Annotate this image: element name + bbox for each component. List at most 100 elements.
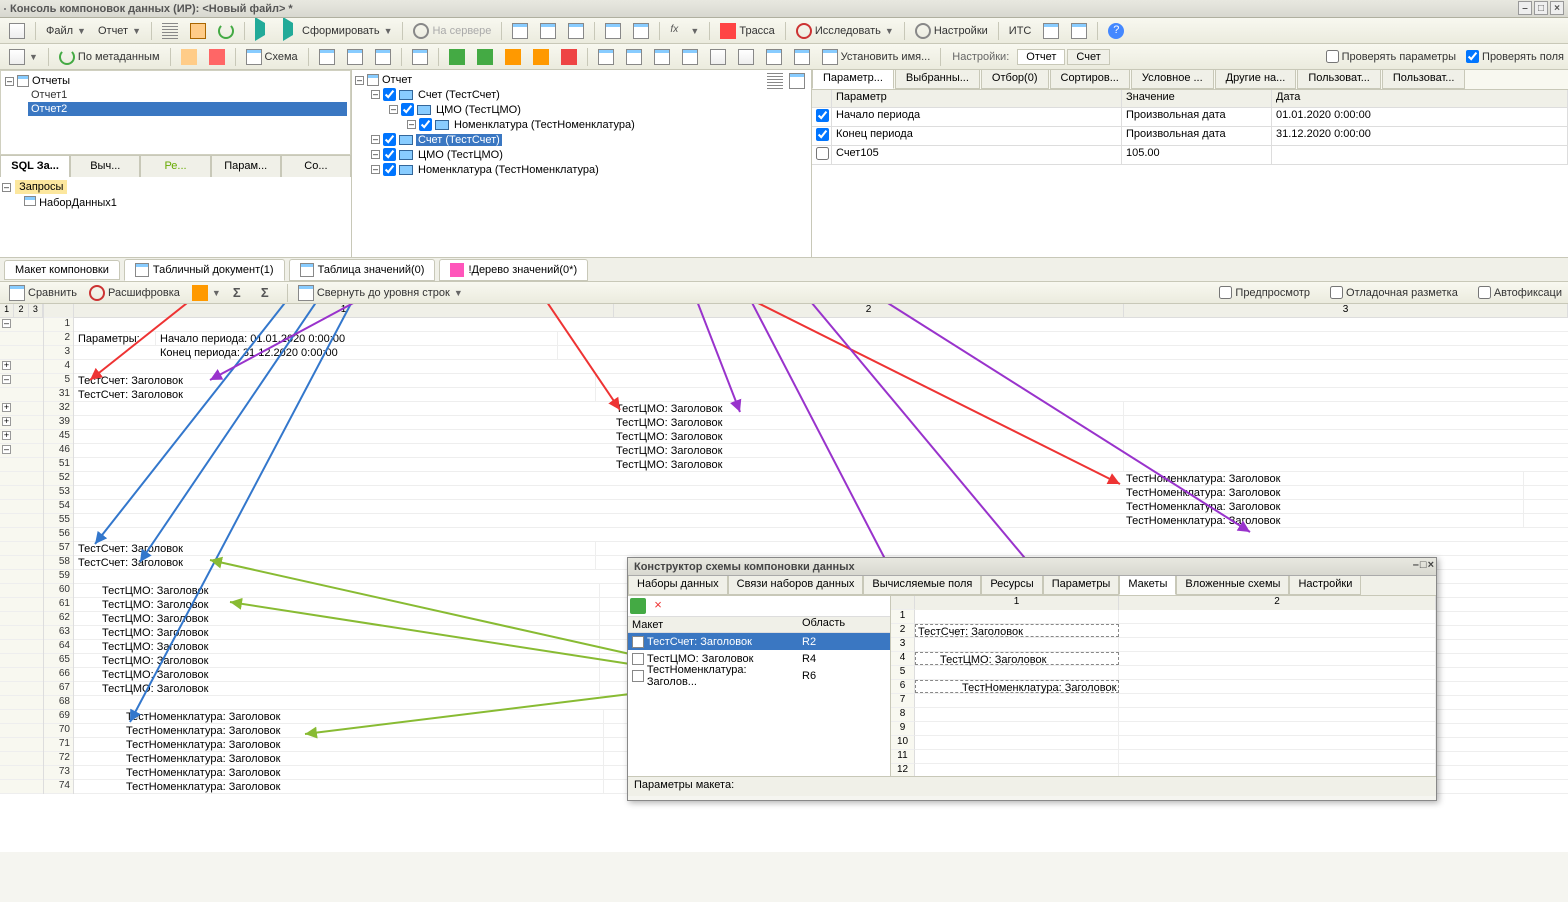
report-item-2[interactable]: Отчет2 bbox=[28, 102, 347, 116]
btn-c[interactable] bbox=[213, 21, 239, 41]
tb2-h3[interactable] bbox=[649, 47, 675, 67]
rtab-filter[interactable]: Отбор(0) bbox=[981, 70, 1049, 89]
dlg-grid-row-4[interactable]: 4ТестЦМО: Заголовок bbox=[891, 652, 1436, 666]
tb2-new[interactable]: ▼ bbox=[4, 47, 43, 67]
rtab-user1[interactable]: Пользоват... bbox=[1297, 70, 1381, 89]
new-button[interactable] bbox=[4, 21, 30, 41]
param-row-1[interactable]: Конец периодаПроизвольная дата31.12.2020… bbox=[812, 127, 1568, 146]
queries-root[interactable]: Запросы bbox=[15, 180, 67, 194]
sheet-row-1[interactable] bbox=[74, 318, 1568, 332]
sigma-button[interactable] bbox=[228, 283, 254, 303]
tb2-h2[interactable] bbox=[621, 47, 647, 67]
tb2-h4[interactable] bbox=[677, 47, 703, 67]
rtab-sort[interactable]: Сортиров... bbox=[1050, 70, 1130, 89]
btn-a[interactable] bbox=[157, 21, 183, 41]
structure-item-5[interactable]: –Номенклатура (ТестНоменклатура) bbox=[371, 162, 808, 177]
sheet-row-46[interactable]: ТестЦМО: Заголовок bbox=[74, 444, 1568, 458]
structure-item-1[interactable]: –ЦМО (ТестЦМО) bbox=[389, 102, 808, 117]
btn-e1[interactable] bbox=[600, 21, 626, 41]
settings-button[interactable]: Настройки bbox=[910, 21, 993, 41]
col-header-3[interactable]: 3 bbox=[1124, 304, 1568, 317]
tb2-h6[interactable] bbox=[733, 47, 759, 67]
dlg-tab-4[interactable]: Параметры bbox=[1043, 576, 1120, 595]
rtab-other[interactable]: Другие на... bbox=[1215, 70, 1297, 89]
tb2-e1[interactable] bbox=[314, 47, 340, 67]
collapse-button[interactable]: Свернуть до уровня строк▼ bbox=[293, 283, 468, 303]
close-button[interactable]: × bbox=[1550, 1, 1564, 15]
tab-account[interactable]: Счет bbox=[1067, 49, 1109, 65]
brush-button[interactable]: ▼ bbox=[187, 283, 226, 303]
play-button[interactable] bbox=[250, 21, 276, 41]
minimize-button[interactable]: – bbox=[1518, 1, 1532, 15]
tb2-f1[interactable] bbox=[407, 47, 433, 67]
rtab-params[interactable]: Параметр... bbox=[812, 70, 894, 89]
tab-valuetree[interactable]: !Дерево значений(0*) bbox=[439, 259, 588, 281]
sheet-row-52[interactable]: ТестНоменклатура: Заголовок bbox=[74, 472, 1568, 486]
param-row-0[interactable]: Начало периодаПроизвольная дата01.01.202… bbox=[812, 108, 1568, 127]
btn-e2[interactable] bbox=[628, 21, 654, 41]
report-item-1[interactable]: Отчет1 bbox=[28, 88, 347, 102]
tb2-h1[interactable] bbox=[593, 47, 619, 67]
schema-button[interactable]: Схема bbox=[241, 47, 303, 67]
tb2-g3[interactable] bbox=[500, 47, 526, 67]
tb2-h7[interactable] bbox=[761, 47, 787, 67]
dlg-tab-1[interactable]: Связи наборов данных bbox=[728, 576, 864, 595]
ltab-conn[interactable]: Со... bbox=[281, 155, 351, 177]
tree-mode-icon[interactable] bbox=[767, 73, 783, 89]
sheet-row-56[interactable] bbox=[74, 528, 1568, 542]
dlg-max[interactable]: □ bbox=[1420, 559, 1427, 571]
btn-b[interactable] bbox=[185, 21, 211, 41]
btn-d2[interactable] bbox=[535, 21, 561, 41]
tb2-d[interactable] bbox=[204, 47, 230, 67]
dlg-grid-row-9[interactable]: 9 bbox=[891, 722, 1436, 736]
btn-x2[interactable] bbox=[1066, 21, 1092, 41]
dlg-tab-6[interactable]: Вложенные схемы bbox=[1176, 576, 1289, 595]
dlg-add-icon[interactable] bbox=[630, 598, 646, 614]
tb2-g1[interactable] bbox=[444, 47, 470, 67]
rtab-selected[interactable]: Выбранны... bbox=[895, 70, 980, 89]
explore-button[interactable]: Исследовать▼ bbox=[791, 21, 899, 41]
sheet-row-39[interactable]: ТестЦМО: Заголовок bbox=[74, 416, 1568, 430]
tb2-c[interactable] bbox=[176, 47, 202, 67]
tb2-g4[interactable] bbox=[528, 47, 554, 67]
mid-root[interactable]: –Отчет bbox=[355, 73, 808, 87]
dlg-rcol-1[interactable]: 1 bbox=[915, 596, 1119, 610]
dlg-grid-row-11[interactable]: 11 bbox=[891, 750, 1436, 764]
btn-d3[interactable] bbox=[563, 21, 589, 41]
decode-button[interactable]: Расшифровка bbox=[84, 283, 185, 303]
sheet-row-31[interactable]: ТестСчет: Заголовок bbox=[74, 388, 1568, 402]
maximize-button[interactable]: □ bbox=[1534, 1, 1548, 15]
sheet-row-53[interactable]: ТестНоменклатура: Заголовок bbox=[74, 486, 1568, 500]
sheet-row-57[interactable]: ТестСчет: Заголовок bbox=[74, 542, 1568, 556]
structure-item-4[interactable]: –ЦМО (ТестЦМО) bbox=[371, 147, 808, 162]
dlg-close[interactable]: × bbox=[1428, 559, 1434, 571]
dlg-del-icon[interactable]: × bbox=[650, 598, 666, 614]
param-row-2[interactable]: Счет105105.00 bbox=[812, 146, 1568, 165]
dlg-grid[interactable]: 1 2 12ТестСчет: Заголовок34ТестЦМО: Заго… bbox=[891, 596, 1436, 776]
dlg-tab-2[interactable]: Вычисляемые поля bbox=[863, 576, 981, 595]
sigma2-button[interactable] bbox=[256, 283, 282, 303]
its-button[interactable]: ИТС bbox=[1004, 21, 1037, 41]
by-metadata-button[interactable]: По метаданным bbox=[54, 47, 165, 67]
fx-button[interactable]: ▼ bbox=[665, 21, 704, 41]
btn-x1[interactable] bbox=[1038, 21, 1064, 41]
help-button[interactable]: ? bbox=[1103, 21, 1129, 41]
dlg-grid-row-3[interactable]: 3 bbox=[891, 638, 1436, 652]
table-mode-icon[interactable] bbox=[789, 73, 805, 89]
on-server-button[interactable]: На сервере bbox=[408, 21, 496, 41]
dlg-grid-row-6[interactable]: 6ТестНоменклатура: Заголовок bbox=[891, 680, 1436, 694]
file-menu[interactable]: Файл▼ bbox=[41, 21, 91, 41]
dlg-grid-row-7[interactable]: 7 bbox=[891, 694, 1436, 708]
dlg-grid-row-12[interactable]: 12 bbox=[891, 764, 1436, 776]
tb2-g5[interactable] bbox=[556, 47, 582, 67]
dlg-grid-row-2[interactable]: 2ТестСчет: Заголовок bbox=[891, 624, 1436, 638]
sheet-row-51[interactable]: ТестЦМО: Заголовок bbox=[74, 458, 1568, 472]
structure-item-0[interactable]: –Счет (ТестСчет) bbox=[371, 87, 808, 102]
autofix-check[interactable]: Автофиксаци bbox=[1478, 286, 1562, 299]
tab-report[interactable]: Отчет bbox=[1017, 49, 1065, 65]
tab-valuetable[interactable]: Таблица значений(0) bbox=[289, 259, 436, 281]
check-params[interactable]: Проверять параметры bbox=[1326, 50, 1456, 63]
sheet-row-55[interactable]: ТестНоменклатура: Заголовок bbox=[74, 514, 1568, 528]
reports-root[interactable]: –Отчеты bbox=[4, 74, 347, 88]
trace-button[interactable]: Трасса bbox=[715, 21, 779, 41]
